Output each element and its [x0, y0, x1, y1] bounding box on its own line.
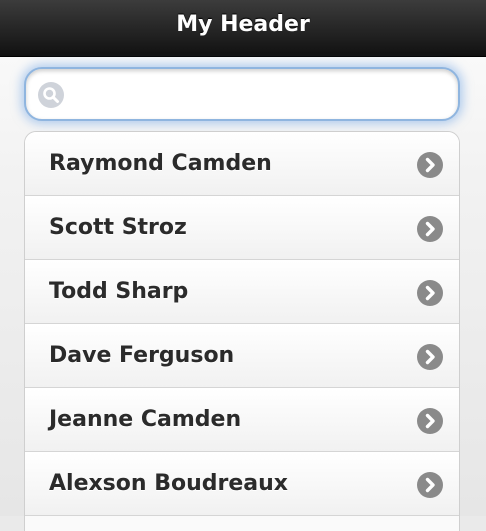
list-item[interactable]: Raymond Camden: [25, 132, 459, 196]
search-icon: [38, 82, 64, 108]
chevron-right-icon: [417, 472, 443, 498]
list-item-label: Alexson Boudreaux: [49, 471, 288, 496]
chevron-right-icon: [417, 408, 443, 434]
list-item[interactable]: Scott Stroz: [25, 196, 459, 260]
list-item-label: Raymond Camden: [49, 151, 272, 176]
list-item-label: Jeanne Camden: [49, 407, 242, 432]
chevron-right-icon: [417, 152, 443, 178]
list-item[interactable]: Todd Sharp: [25, 260, 459, 324]
chevron-right-icon: [417, 216, 443, 242]
search-input[interactable]: [74, 75, 448, 115]
contact-list: Raymond Camden Scott Stroz Todd Sharp Da…: [24, 131, 460, 531]
list-item-label: Scott Stroz: [49, 215, 187, 240]
page-header: My Header: [0, 0, 486, 57]
page-title: My Header: [176, 12, 310, 37]
list-item[interactable]: Dave Ferguson: [25, 324, 459, 388]
search-bar[interactable]: [24, 67, 460, 121]
chevron-right-icon: [417, 280, 443, 306]
chevron-right-icon: [417, 344, 443, 370]
list-item-label: Todd Sharp: [49, 279, 189, 304]
list-item[interactable]: Alexson Boudreaux: [25, 452, 459, 516]
list-item-label: Dave Ferguson: [49, 343, 235, 368]
list-item[interactable]: Jeanne Camden: [25, 388, 459, 452]
